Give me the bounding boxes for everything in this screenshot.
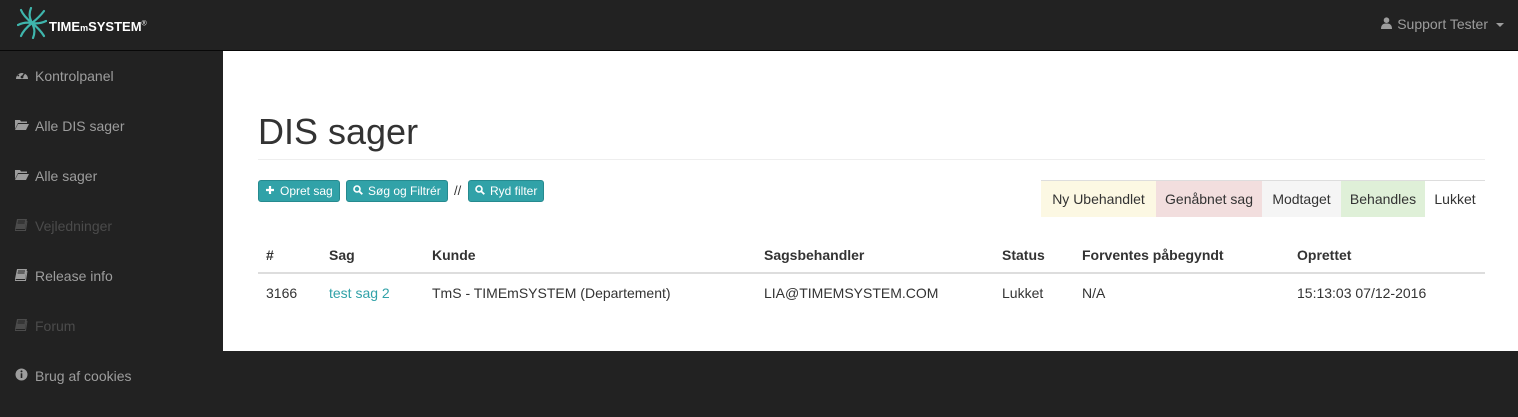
cell-kunde: TmS - TIMEmSYSTEM (Departement) xyxy=(432,285,671,301)
sidebar-item-kontrolpanel[interactable]: Kontrolpanel xyxy=(15,66,114,86)
create-case-label: Opret sag xyxy=(280,184,333,198)
sidebar-item-label: Forum xyxy=(35,318,76,334)
sidebar-item-forum: Forum xyxy=(14,316,76,336)
brand-logo[interactable]: TIMEmSYSTEM® xyxy=(16,6,147,44)
cell-sagsbehandler: LIA@TIMEMSYSTEM.COM xyxy=(764,285,939,301)
create-case-button[interactable]: Opret sag xyxy=(258,180,340,202)
user-menu-dropdown[interactable]: Support Tester xyxy=(1381,16,1504,32)
legend-genabnet-sag: Genåbnet sag xyxy=(1156,181,1262,217)
table-header-divider xyxy=(258,272,1485,274)
cell-status: Lukket xyxy=(1002,285,1044,301)
column-header-sag[interactable]: Sag xyxy=(329,247,355,263)
clear-filter-label: Ryd filter xyxy=(490,184,538,198)
column-header-status[interactable]: Status xyxy=(1002,247,1045,263)
page-title: DIS sager xyxy=(258,111,419,152)
sidebar: Kontrolpanel Alle DIS sager Alle sager V… xyxy=(0,51,223,417)
cell-forventes: N/A xyxy=(1082,285,1106,301)
sidebar-item-label: Vejledninger xyxy=(35,218,113,234)
sidebar-item-vejledninger: Vejledninger xyxy=(14,216,113,236)
legend-behandles: Behandles xyxy=(1341,181,1425,217)
folder-open-icon xyxy=(15,168,29,184)
sidebar-item-label: Brug af cookies xyxy=(35,368,132,384)
column-header-kunde[interactable]: Kunde xyxy=(432,247,476,263)
sidebar-item-label: Release info xyxy=(35,268,113,284)
status-legend: Ny Ubehandlet Genåbnet sag Modtaget Beha… xyxy=(1041,180,1485,217)
search-filter-label: Søg og Filtrér xyxy=(368,184,441,198)
main-content: DIS sager Opret sag Søg og Filtrér // Ry… xyxy=(223,51,1518,351)
column-header-sagsbehandler[interactable]: Sagsbehandler xyxy=(764,247,864,263)
search-icon xyxy=(475,184,485,198)
sidebar-item-label: Kontrolpanel xyxy=(35,68,114,84)
column-header-id[interactable]: # xyxy=(266,247,274,263)
sidebar-item-alle-sager[interactable]: Alle sager xyxy=(15,166,97,186)
column-header-oprettet[interactable]: Oprettet xyxy=(1297,247,1351,263)
toolbar-separator: // xyxy=(454,183,462,198)
case-link[interactable]: test sag 2 xyxy=(329,285,390,301)
folder-open-icon xyxy=(15,118,29,134)
book-icon xyxy=(14,318,29,334)
user-name: Support Tester xyxy=(1397,16,1488,32)
sidebar-item-label: Alle DIS sager xyxy=(35,118,125,134)
sidebar-item-alle-dis-sager[interactable]: Alle DIS sager xyxy=(15,116,124,136)
timemsystem-logo-icon xyxy=(16,6,48,44)
dashboard-icon xyxy=(15,68,29,84)
info-circle-icon xyxy=(15,368,29,384)
cell-oprettet: 15:13:03 07/12-2016 xyxy=(1297,285,1427,301)
divider xyxy=(258,159,1485,160)
search-filter-button[interactable]: Søg og Filtrér xyxy=(346,180,448,202)
brand-name: TIMEmSYSTEM® xyxy=(49,18,147,34)
book-icon xyxy=(14,268,29,284)
book-icon xyxy=(14,218,29,234)
search-icon xyxy=(353,184,363,198)
sidebar-item-release-info[interactable]: Release info xyxy=(14,266,113,286)
sidebar-item-brug-af-cookies[interactable]: Brug af cookies xyxy=(15,366,132,386)
legend-ny-ubehandlet: Ny Ubehandlet xyxy=(1041,181,1156,217)
column-header-forventes[interactable]: Forventes påbegyndt xyxy=(1082,247,1224,263)
plus-icon xyxy=(265,184,275,198)
legend-lukket: Lukket xyxy=(1425,181,1485,217)
user-icon xyxy=(1381,16,1393,32)
legend-modtaget: Modtaget xyxy=(1262,181,1341,217)
chevron-down-icon xyxy=(1496,23,1504,27)
sidebar-item-label: Alle sager xyxy=(35,168,98,184)
cell-id: 3166 xyxy=(266,285,298,301)
top-navbar: TIMEmSYSTEM® Support Tester xyxy=(0,0,1518,51)
clear-filter-button[interactable]: Ryd filter xyxy=(468,180,545,202)
